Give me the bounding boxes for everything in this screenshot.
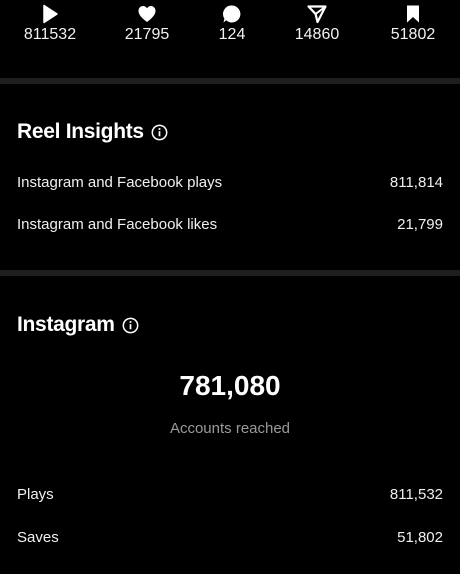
section-divider [0,270,460,276]
instagram-title: Instagram [17,313,115,336]
share-icon [271,4,363,26]
insight-row-value: 21,799 [397,216,443,233]
accounts-reached-value: 781,080 [179,370,281,401]
stat-plays: 811532 [4,4,96,44]
instagram-row-saves: Saves 51,802 [17,529,443,546]
insight-row-plays: Instagram and Facebook plays 811,814 [17,174,443,191]
stat-saves: 51802 [367,4,459,44]
reel-insights-title: Reel Insights [17,120,144,143]
play-icon [4,4,96,26]
insight-row-value: 811,814 [389,174,443,191]
instagram-row-label: Plays [17,486,54,503]
stat-saves-value: 51802 [390,26,436,43]
stat-plays-value: 811532 [23,26,77,43]
insight-row-label: Instagram and Facebook likes [17,216,218,233]
comment-icon [186,4,278,26]
accounts-reached-label: Accounts reached [169,420,291,437]
stat-comments: 124 [186,4,278,44]
stat-shares-value: 14860 [294,26,340,43]
stat-likes-value: 21795 [124,26,170,43]
stats-bar: 811532 21795 124 14860 51802 [0,0,460,78]
info-icon[interactable] [151,124,168,141]
stat-comments-value: 124 [218,26,246,43]
instagram-header: Instagram [17,313,139,337]
instagram-row-value: 811,532 [389,486,443,503]
stat-likes: 21795 [101,4,193,44]
instagram-row-label: Saves [17,529,59,546]
bookmark-icon [367,4,459,26]
insight-row-label: Instagram and Facebook plays [17,174,223,191]
heart-icon [101,4,193,26]
insight-row-likes: Instagram and Facebook likes 21,799 [17,216,443,233]
instagram-row-value: 51,802 [397,529,443,546]
section-divider [0,78,460,84]
info-icon[interactable] [122,317,139,334]
instagram-row-plays: Plays 811,532 [17,486,443,503]
stat-shares: 14860 [271,4,363,44]
reel-insights-header: Reel Insights [17,120,168,144]
